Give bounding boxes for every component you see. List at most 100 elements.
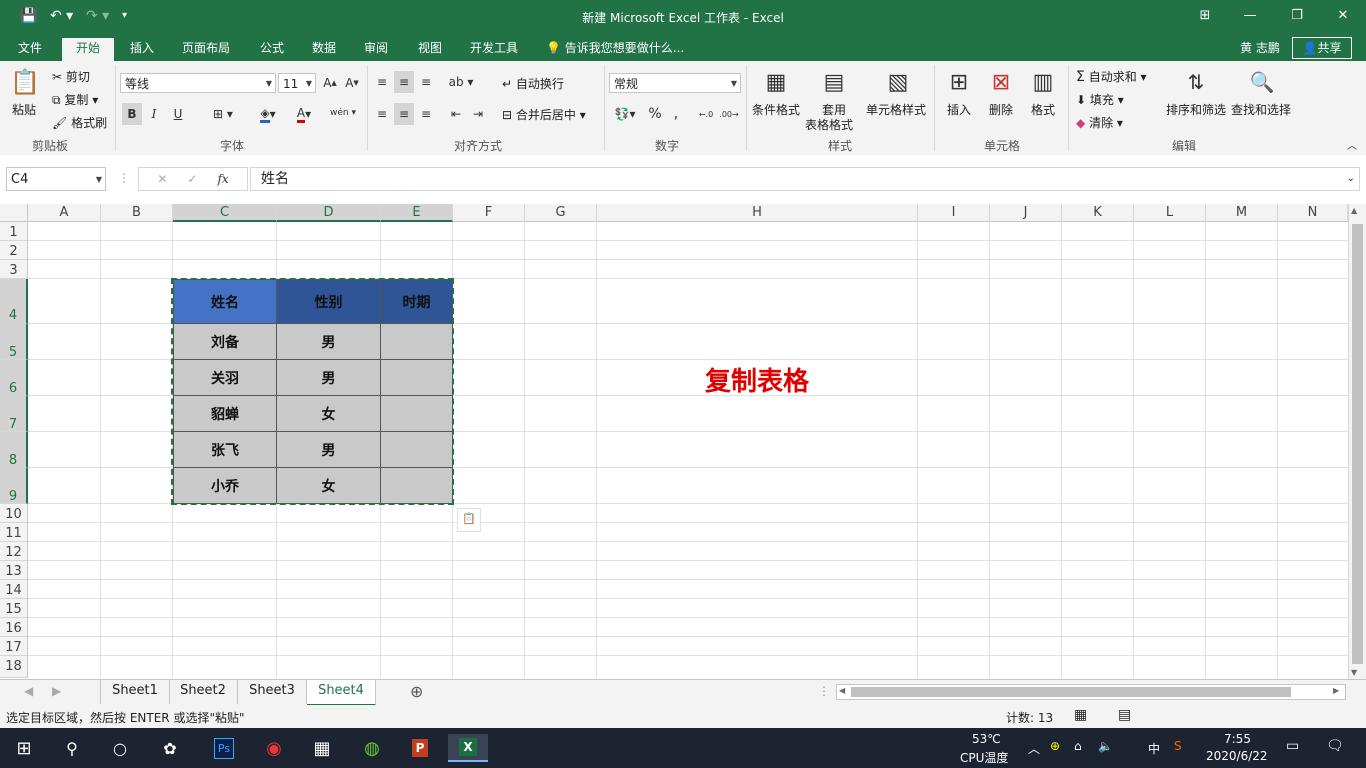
row-header[interactable]: 12 [0, 542, 28, 561]
paste-button[interactable]: 粘贴 [12, 101, 36, 118]
insert-function-icon[interactable]: fx [217, 172, 228, 186]
row-header[interactable]: 4 [0, 279, 28, 324]
align-right-icon[interactable]: ≡ [416, 103, 436, 125]
font-color-icon[interactable]: A ▾ [286, 103, 322, 125]
tab-data[interactable]: 数据 [302, 38, 346, 61]
row-header[interactable]: 16 [0, 618, 28, 637]
fill-color-icon[interactable]: ◈ ▾ [250, 103, 286, 125]
number-format-select[interactable]: 常规 ▼ [609, 73, 741, 93]
wrap-text-button[interactable]: ↵ 自动换行 [502, 75, 564, 92]
column-header[interactable]: J [990, 204, 1062, 222]
table-cell[interactable]: 男 [276, 323, 381, 360]
column-header[interactable]: H [597, 204, 918, 222]
row-header[interactable]: 3 [0, 260, 28, 279]
row-header[interactable]: 13 [0, 561, 28, 580]
notification-icon[interactable]: 🗨 [1326, 738, 1344, 754]
table-header-cell[interactable]: 姓名 [173, 279, 277, 324]
table-cell[interactable]: 小乔 [173, 467, 277, 504]
insert-cells-icon[interactable]: ⊞ [944, 67, 974, 97]
table-cell[interactable]: 男 [276, 359, 381, 396]
bold-button[interactable]: B [122, 103, 142, 125]
merge-center-button[interactable]: ⊟ 合并后居中 ▾ [502, 106, 586, 123]
table-header-cell[interactable]: 性别 [276, 279, 381, 324]
format-cells-button[interactable]: 格式 [1031, 101, 1055, 118]
table-cell[interactable]: 貂蝉 [173, 395, 277, 432]
collapse-ribbon-icon[interactable]: ︿ [1344, 137, 1360, 152]
cell-styles-icon[interactable]: ▧ [882, 67, 914, 97]
row-header[interactable]: 7 [0, 396, 28, 432]
column-header[interactable]: G [525, 204, 597, 222]
table-cell[interactable] [380, 323, 453, 360]
formula-input[interactable]: 姓名 ⌄ [250, 167, 1360, 191]
tab-review[interactable]: 审阅 [354, 38, 398, 61]
restore-button[interactable]: ❐ [1282, 5, 1312, 27]
enter-icon[interactable]: ✓ [187, 172, 197, 186]
select-all-corner[interactable] [0, 204, 28, 222]
font-size-select[interactable]: 11 ▼ [278, 73, 316, 93]
normal-view-icon[interactable]: ▦ [1074, 707, 1087, 723]
powerpoint-icon[interactable]: P [400, 734, 440, 762]
sheet-tab[interactable]: Sheet4 [307, 680, 376, 706]
row-header[interactable]: 2 [0, 241, 28, 260]
row-header[interactable]: 6 [0, 360, 28, 396]
table-cell[interactable]: 张飞 [173, 431, 277, 468]
comma-style-icon[interactable]: , [668, 103, 684, 125]
increase-font-icon[interactable]: A ▲ [320, 73, 340, 93]
tab-home[interactable]: 开始 [62, 38, 114, 61]
table-cell[interactable] [380, 395, 453, 432]
volume-icon[interactable]: 🔈 [1098, 739, 1113, 753]
increase-decimal-icon[interactable]: ←.0 [696, 103, 716, 125]
column-header[interactable]: A [28, 204, 101, 222]
row-header[interactable]: 5 [0, 324, 28, 360]
scroll-up-icon[interactable]: ▲ [1351, 206, 1357, 215]
excel-icon[interactable]: X [448, 734, 488, 762]
find-select-button[interactable]: 查找和选择 [1231, 101, 1291, 118]
column-header[interactable]: K [1062, 204, 1134, 222]
task-view-icon[interactable]: ○ [100, 734, 140, 762]
scroll-thumb[interactable] [1352, 224, 1363, 664]
expand-formula-icon[interactable]: ⌄ [1347, 168, 1355, 190]
tab-formulas[interactable]: 公式 [250, 38, 294, 61]
format-as-table-icon[interactable]: ▤ [818, 67, 850, 97]
table-cell[interactable]: 女 [276, 395, 381, 432]
tray-app-icon[interactable]: ⊕ [1050, 739, 1060, 753]
page-layout-view-icon[interactable]: ▤ [1118, 707, 1131, 723]
browser-icon[interactable]: ◍ [352, 734, 392, 762]
insert-cells-button[interactable]: 插入 [947, 101, 971, 118]
search-icon[interactable]: ⚲ [52, 734, 92, 762]
next-sheet-icon[interactable]: ▶ [52, 684, 61, 698]
orientation-icon[interactable]: ab ▾ [446, 71, 476, 93]
decrease-font-icon[interactable]: A ▼ [342, 73, 362, 93]
row-header[interactable]: 17 [0, 637, 28, 656]
tab-split-grip-icon[interactable]: ⋮ [818, 684, 830, 698]
tab-view[interactable]: 视图 [408, 38, 452, 61]
tab-developer[interactable]: 开发工具 [462, 38, 526, 61]
clock-date[interactable]: 2020/6/22 [1206, 749, 1268, 763]
cancel-icon[interactable]: ✕ [157, 172, 167, 186]
decrease-indent-icon[interactable]: ⇤ [446, 103, 466, 125]
tab-file[interactable]: 文件 [8, 38, 52, 61]
autosum-button[interactable]: Σ 自动求和 ▾ [1076, 68, 1147, 85]
user-name[interactable]: 黄 志鹏 [1232, 38, 1288, 61]
column-header[interactable]: D [277, 204, 381, 222]
row-header[interactable]: 15 [0, 599, 28, 618]
vertical-scrollbar[interactable]: ▲ ▼ [1348, 204, 1366, 679]
fill-button[interactable]: ⬇ 填充 ▾ [1076, 91, 1124, 108]
row-header[interactable]: 1 [0, 222, 28, 241]
sogou-ime-icon[interactable]: S [1174, 739, 1182, 753]
copy-button[interactable]: ⧉ 复制 ▾ [52, 91, 98, 108]
table-cell[interactable] [380, 467, 453, 504]
tab-page-layout[interactable]: 页面布局 [174, 38, 238, 61]
conditional-format-icon[interactable]: ▦ [760, 67, 792, 97]
italic-button[interactable]: I [145, 103, 163, 125]
delete-cells-button[interactable]: 删除 [989, 101, 1013, 118]
cell-styles-button[interactable]: 单元格样式 [866, 101, 926, 118]
table-cell[interactable]: 男 [276, 431, 381, 468]
delete-cells-icon[interactable]: ⊠ [986, 67, 1016, 97]
accounting-format-icon[interactable]: 💱▾ [610, 103, 640, 125]
column-header[interactable]: B [101, 204, 173, 222]
borders-icon[interactable]: ⊞ ▾ [206, 103, 240, 125]
decrease-decimal-icon[interactable]: .00→ [718, 103, 740, 125]
column-header[interactable]: N [1278, 204, 1348, 222]
horizontal-scrollbar[interactable]: ◀ [836, 684, 1346, 700]
